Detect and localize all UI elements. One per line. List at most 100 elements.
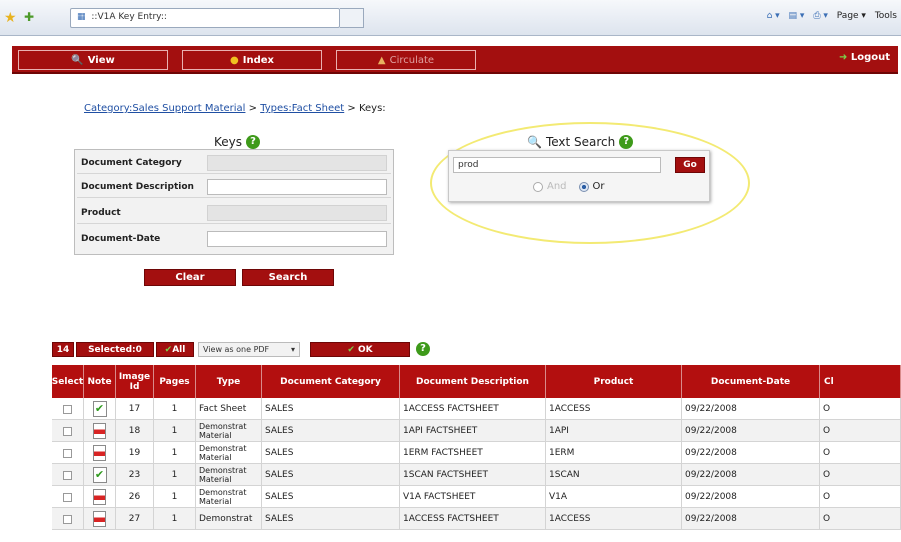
table-row[interactable]: ✔ 17 1 Fact Sheet SALES 1ACCESS FACTSHEET 1ACC… bbox=[52, 398, 901, 420]
view-mode-value: View as one PDF bbox=[203, 345, 270, 354]
browser-tab-title: ::V1A Key Entry:: bbox=[91, 12, 167, 22]
key-row-document-description: Document Description bbox=[77, 176, 391, 198]
row-description: V1A FACTSHEET bbox=[400, 486, 546, 508]
row-pages: 1 bbox=[154, 486, 196, 508]
breadcrumb-current: > Keys: bbox=[344, 103, 386, 114]
breadcrumb: Category:Sales Support Material > Types:… bbox=[84, 103, 386, 114]
document-description-field[interactable] bbox=[207, 178, 387, 195]
table-row[interactable]: 27 1 Demonstrat SALES 1ACCESS FACTSHEET 1ACCE… bbox=[52, 508, 901, 530]
row-select-checkbox[interactable] bbox=[63, 492, 72, 502]
breadcrumb-category-link[interactable]: Category:Sales Support Material bbox=[84, 103, 245, 114]
browser-command-bar: ⌂ ▾ ▤ ▾ ⎙ ▾ Page ▾ Tools bbox=[761, 11, 897, 21]
nav-index-label: Index bbox=[242, 54, 274, 66]
document-category-field bbox=[207, 154, 387, 171]
table-row[interactable]: 18 1 Demonstrat Material SALES 1API FACTSHEE… bbox=[52, 420, 901, 442]
row-cl: O bbox=[820, 486, 901, 508]
note-check-icon[interactable]: ✔ bbox=[92, 467, 107, 483]
header-product[interactable]: Product bbox=[546, 365, 682, 398]
header-cl[interactable]: Cl bbox=[820, 365, 901, 398]
results-help-icon[interactable]: ? bbox=[416, 342, 430, 356]
key-label: Document Category bbox=[81, 157, 182, 168]
header-document-category[interactable]: Document Category bbox=[262, 365, 400, 398]
home-icon[interactable]: ⌂ ▾ bbox=[767, 11, 780, 21]
row-select-checkbox[interactable] bbox=[63, 404, 72, 414]
row-pages: 1 bbox=[154, 464, 196, 486]
header-select[interactable]: Select bbox=[52, 365, 84, 398]
row-note-cell bbox=[84, 486, 116, 508]
row-date: 09/22/2008 bbox=[682, 398, 820, 420]
row-category: SALES bbox=[262, 442, 400, 464]
row-select-checkbox[interactable] bbox=[63, 470, 72, 480]
header-document-description[interactable]: Document Description bbox=[400, 365, 546, 398]
clear-button[interactable]: Clear bbox=[144, 269, 236, 286]
logout-link[interactable]: ➜ Logout bbox=[839, 52, 890, 63]
row-date: 09/22/2008 bbox=[682, 508, 820, 530]
app-nav-bar: 🔍 View ● Index ▲ Circulate ➜ Logout bbox=[12, 46, 898, 74]
row-cl: O bbox=[820, 442, 901, 464]
note-pdf-icon[interactable] bbox=[93, 445, 106, 461]
document-date-field[interactable] bbox=[207, 231, 387, 247]
search-button[interactable]: Search bbox=[242, 269, 334, 286]
favorites-star-icon[interactable]: ★ bbox=[4, 10, 17, 26]
row-select-checkbox[interactable] bbox=[63, 426, 72, 436]
browser-tab[interactable]: ▦ ::V1A Key Entry:: bbox=[70, 8, 340, 28]
row-select-checkbox[interactable] bbox=[63, 448, 72, 458]
note-pdf-icon[interactable] bbox=[93, 423, 106, 439]
feeds-icon[interactable]: ▤ ▾ bbox=[789, 11, 805, 21]
row-pages: 1 bbox=[154, 508, 196, 530]
row-description: 1SCAN FACTSHEET bbox=[400, 464, 546, 486]
header-image-id[interactable]: Image Id bbox=[116, 365, 154, 398]
row-select-cell bbox=[52, 486, 84, 508]
nav-circulate-button[interactable]: ▲ Circulate bbox=[336, 50, 476, 70]
header-document-date[interactable]: Document-Date bbox=[682, 365, 820, 398]
row-type: Demonstrat Material bbox=[196, 442, 262, 464]
breadcrumb-type-link[interactable]: Types:Fact Sheet bbox=[260, 103, 344, 114]
select-all-button[interactable]: ✔ All bbox=[156, 342, 194, 357]
text-search-title: 🔍 Text Search ? bbox=[527, 135, 634, 149]
row-type: Demonstrat Material bbox=[196, 464, 262, 486]
keys-help-icon[interactable]: ? bbox=[246, 135, 261, 149]
row-select-checkbox[interactable] bbox=[63, 514, 72, 524]
text-search-input[interactable]: prod bbox=[453, 157, 661, 173]
view-mode-select[interactable]: View as one PDF ▾ bbox=[198, 342, 300, 357]
note-check-icon[interactable]: ✔ bbox=[92, 401, 107, 417]
row-image-id: 18 bbox=[116, 420, 154, 442]
or-radio[interactable] bbox=[578, 181, 589, 192]
ok-button[interactable]: ✔ OK bbox=[310, 342, 410, 357]
table-row[interactable]: 19 1 Demonstrat Material SALES 1ERM FACTSHEE… bbox=[52, 442, 901, 464]
add-favorite-icon[interactable]: ✚ bbox=[24, 10, 34, 24]
row-type-label: Demonstrat Material bbox=[199, 488, 247, 506]
and-radio[interactable] bbox=[533, 181, 543, 192]
check-icon: ✔ bbox=[164, 344, 173, 355]
row-note-cell: ✔ bbox=[84, 464, 116, 486]
header-type[interactable]: Type bbox=[196, 365, 262, 398]
row-cl: O bbox=[820, 508, 901, 530]
row-description: 1ACCESS FACTSHEET bbox=[400, 398, 546, 420]
nav-view-button[interactable]: 🔍 View bbox=[18, 50, 168, 70]
row-select-cell bbox=[52, 508, 84, 530]
row-type-label: Demonstrat bbox=[199, 514, 253, 524]
row-description: 1API FACTSHEET bbox=[400, 420, 546, 442]
row-image-id: 19 bbox=[116, 442, 154, 464]
row-type: Demonstrat bbox=[196, 508, 262, 530]
header-pages[interactable]: Pages bbox=[154, 365, 196, 398]
table-row[interactable]: ✔ 23 1 Demonstrat Material SALES 1SCAN FACTSH… bbox=[52, 464, 901, 486]
go-button[interactable]: Go bbox=[675, 157, 705, 173]
print-icon[interactable]: ⎙ ▾ bbox=[813, 11, 828, 21]
nav-circulate-label: Circulate bbox=[389, 54, 435, 66]
tools-menu[interactable]: Tools bbox=[875, 11, 897, 21]
row-product: 1ACCESS bbox=[546, 398, 682, 420]
row-type: Demonstrat Material bbox=[196, 486, 262, 508]
table-row[interactable]: 26 1 Demonstrat Material SALES V1A FACTSHEET… bbox=[52, 486, 901, 508]
page-menu[interactable]: Page ▾ bbox=[837, 11, 866, 21]
row-select-cell bbox=[52, 442, 84, 464]
header-note[interactable]: Note bbox=[84, 365, 116, 398]
nav-index-button[interactable]: ● Index bbox=[182, 50, 322, 70]
note-pdf-icon[interactable] bbox=[93, 511, 106, 527]
note-pdf-icon[interactable] bbox=[93, 489, 106, 505]
row-product: V1A bbox=[546, 486, 682, 508]
keys-title: Keys ? bbox=[214, 135, 261, 149]
select-all-label: All bbox=[172, 344, 186, 355]
new-tab-button[interactable] bbox=[340, 8, 364, 28]
text-search-help-icon[interactable]: ? bbox=[619, 135, 634, 149]
